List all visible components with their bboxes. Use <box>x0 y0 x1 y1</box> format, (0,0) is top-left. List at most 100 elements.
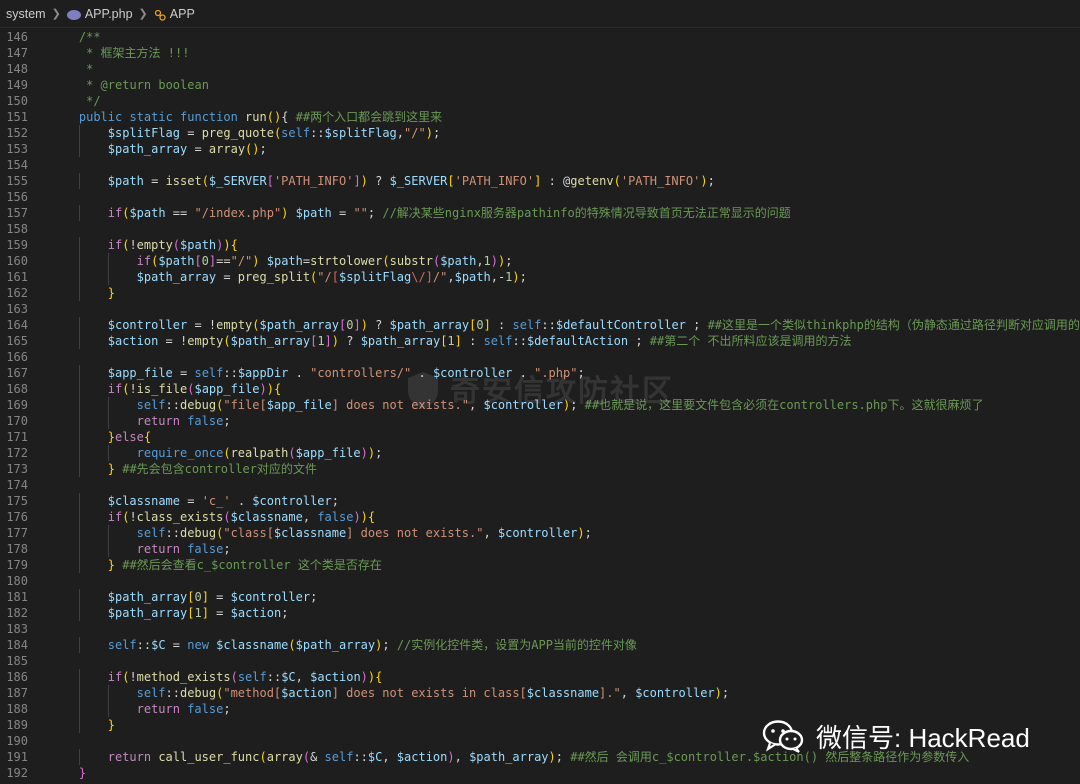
code-line[interactable]: 146 /** <box>0 29 1080 45</box>
code-token: ; <box>584 526 592 540</box>
code-token: else <box>114 430 144 444</box>
code-line[interactable]: 180 <box>0 573 1080 589</box>
code-text: return false; <box>137 701 231 717</box>
code-token: ( <box>382 254 390 268</box>
code-token: ( <box>230 670 238 684</box>
code-token: if <box>107 238 123 252</box>
code-line[interactable]: 187 self::debug("method[$action] does not… <box>0 685 1080 701</box>
indent-guide <box>78 717 80 733</box>
code-line[interactable]: 192} <box>0 765 1080 781</box>
code-text: } <box>79 765 86 781</box>
breadcrumb: system ❯ APP.php ❯ APP <box>0 0 1080 28</box>
code-line[interactable]: 150 */ <box>0 93 1080 109</box>
code-line[interactable]: 185 <box>0 653 1080 669</box>
code-token: ) <box>331 334 340 348</box>
code-token: = ! <box>187 318 217 332</box>
code-line[interactable]: 148 * <box>0 61 1080 77</box>
code-token: 0 <box>476 318 484 332</box>
code-text: $action = !empty($path_array[1]) ? $path… <box>108 333 852 349</box>
code-line[interactable]: 166 <box>0 349 1080 365</box>
code-token: self <box>136 526 166 540</box>
code-token: ; <box>519 270 527 284</box>
code-line[interactable]: 184 self::$C = new $classname($path_array… <box>0 637 1080 653</box>
code-line[interactable]: 153 $path_array = array(); <box>0 141 1080 157</box>
line-number: 176 <box>6 510 28 524</box>
indent-guide <box>78 685 80 701</box>
code-line[interactable]: 186 if(!method_exists(self::$C, $action))… <box>0 669 1080 685</box>
code-line[interactable]: 172 require_once(realpath($app_file)); <box>0 445 1080 461</box>
code-line[interactable]: 159 if(!empty($path)){ <box>0 237 1080 253</box>
code-line[interactable]: 163 <box>0 301 1080 317</box>
code-token: debug <box>179 398 217 412</box>
code-line[interactable]: 160 if($path[0]=="/") $path=strtolower(su… <box>0 253 1080 269</box>
code-token: ##先会包含controller对应的文件 <box>122 462 317 476</box>
line-number: 149 <box>6 78 28 92</box>
code-line[interactable]: 182 $path_array[1] = $action; <box>0 605 1080 621</box>
code-token: /" <box>432 270 448 284</box>
code-token: = <box>216 270 238 284</box>
code-line[interactable]: 178 return false; <box>0 541 1080 557</box>
code-line[interactable]: 162} <box>0 285 1080 301</box>
code-token: ] <box>201 590 209 604</box>
code-line[interactable]: 176 if(!class_exists($classname, false)){ <box>0 509 1080 525</box>
code-line[interactable]: 149 * @return boolean <box>0 77 1080 93</box>
code-token: "/" <box>230 254 253 268</box>
code-token: = <box>187 142 209 156</box>
code-line[interactable]: 171}else{ <box>0 429 1080 445</box>
code-line[interactable]: 156 <box>0 189 1080 205</box>
code-line[interactable]: 151 public static function run(){ ##两个入口都… <box>0 109 1080 125</box>
code-line[interactable]: 147 * 框架主方法 !!! <box>0 45 1080 61</box>
code-token: require_once <box>136 446 224 460</box>
code-line[interactable]: 164 $controller = !empty($path_array[0]) … <box>0 317 1080 333</box>
code-text: $splitFlag = preg_quote(self::$splitFlag… <box>108 125 440 141</box>
code-line[interactable]: 161 $path_array = preg_split("/[$splitFla… <box>0 269 1080 285</box>
code-token: ##然后会查看c_$controller 这个类是否存在 <box>122 558 382 572</box>
code-token: ( <box>172 238 181 252</box>
code-line[interactable]: 175 $classname = 'c_' . $controller; <box>0 493 1080 509</box>
code-token: ) <box>360 318 368 332</box>
code-line[interactable]: 177 self::debug("class[$classname] does n… <box>0 525 1080 541</box>
code-line[interactable]: 183 <box>0 621 1080 637</box>
code-token: ] <box>353 318 361 332</box>
code-token: false <box>187 542 224 556</box>
code-token: $splitFlag <box>107 126 180 140</box>
indent-guide <box>107 445 109 461</box>
wechat-watermark: 微信号: HackRead <box>762 714 1062 758</box>
code-token: return <box>107 750 159 764</box>
code-token: $classname <box>107 494 180 508</box>
code-line[interactable]: 157 if($path == "/index.php") $path = "";… <box>0 205 1080 221</box>
breadcrumb-file[interactable]: APP.php <box>85 7 133 21</box>
code-token: 1 <box>483 254 491 268</box>
wechat-id-text: 微信号: HackRead <box>816 722 1030 753</box>
breadcrumb-symbol[interactable]: APP <box>170 7 195 21</box>
code-text: public static function run(){ ##两个入口都会跳到… <box>79 109 442 125</box>
code-line[interactable]: 152 $splitFlag = preg_quote(self::$splitF… <box>0 125 1080 141</box>
code-line[interactable]: 181 $path_array[0] = $controller; <box>0 589 1080 605</box>
code-line[interactable]: 170 return false; <box>0 413 1080 429</box>
code-token: ] <box>324 334 332 348</box>
code-line[interactable]: 173} ##先会包含controller对应的文件 <box>0 461 1080 477</box>
breadcrumb-folder[interactable]: system <box>6 7 46 21</box>
code-line[interactable]: 158 <box>0 221 1080 237</box>
code-token: ( <box>223 510 231 524</box>
code-token: array <box>208 142 246 156</box>
code-token: ]." <box>599 686 621 700</box>
code-token: :: <box>223 366 238 380</box>
code-token: = <box>165 638 188 652</box>
code-token: ,- <box>490 270 506 284</box>
code-token: $path <box>440 254 477 268</box>
code-line[interactable]: 165 $action = !empty($path_array[1]) ? $p… <box>0 333 1080 349</box>
line-number: 185 <box>6 654 28 668</box>
code-token: == <box>216 254 231 268</box>
code-token: ##这里是一个类似thinkphp的结构（伪静态通过路径判断对应调用的类？） <box>707 318 1080 332</box>
code-line[interactable]: 179} ##然后会查看c_$controller 这个类是否存在 <box>0 557 1080 573</box>
indent-guide <box>78 461 80 477</box>
code-line[interactable]: 174 <box>0 477 1080 493</box>
code-token: $splitFlag <box>338 270 412 284</box>
line-number: 160 <box>6 254 28 268</box>
code-token: $classname <box>273 526 347 540</box>
code-token: self <box>281 126 311 140</box>
code-line[interactable]: 155 $path = isset($_SERVER['PATH_INFO']) … <box>0 173 1080 189</box>
code-line[interactable]: 154 <box>0 157 1080 173</box>
code-token: return <box>136 414 188 428</box>
